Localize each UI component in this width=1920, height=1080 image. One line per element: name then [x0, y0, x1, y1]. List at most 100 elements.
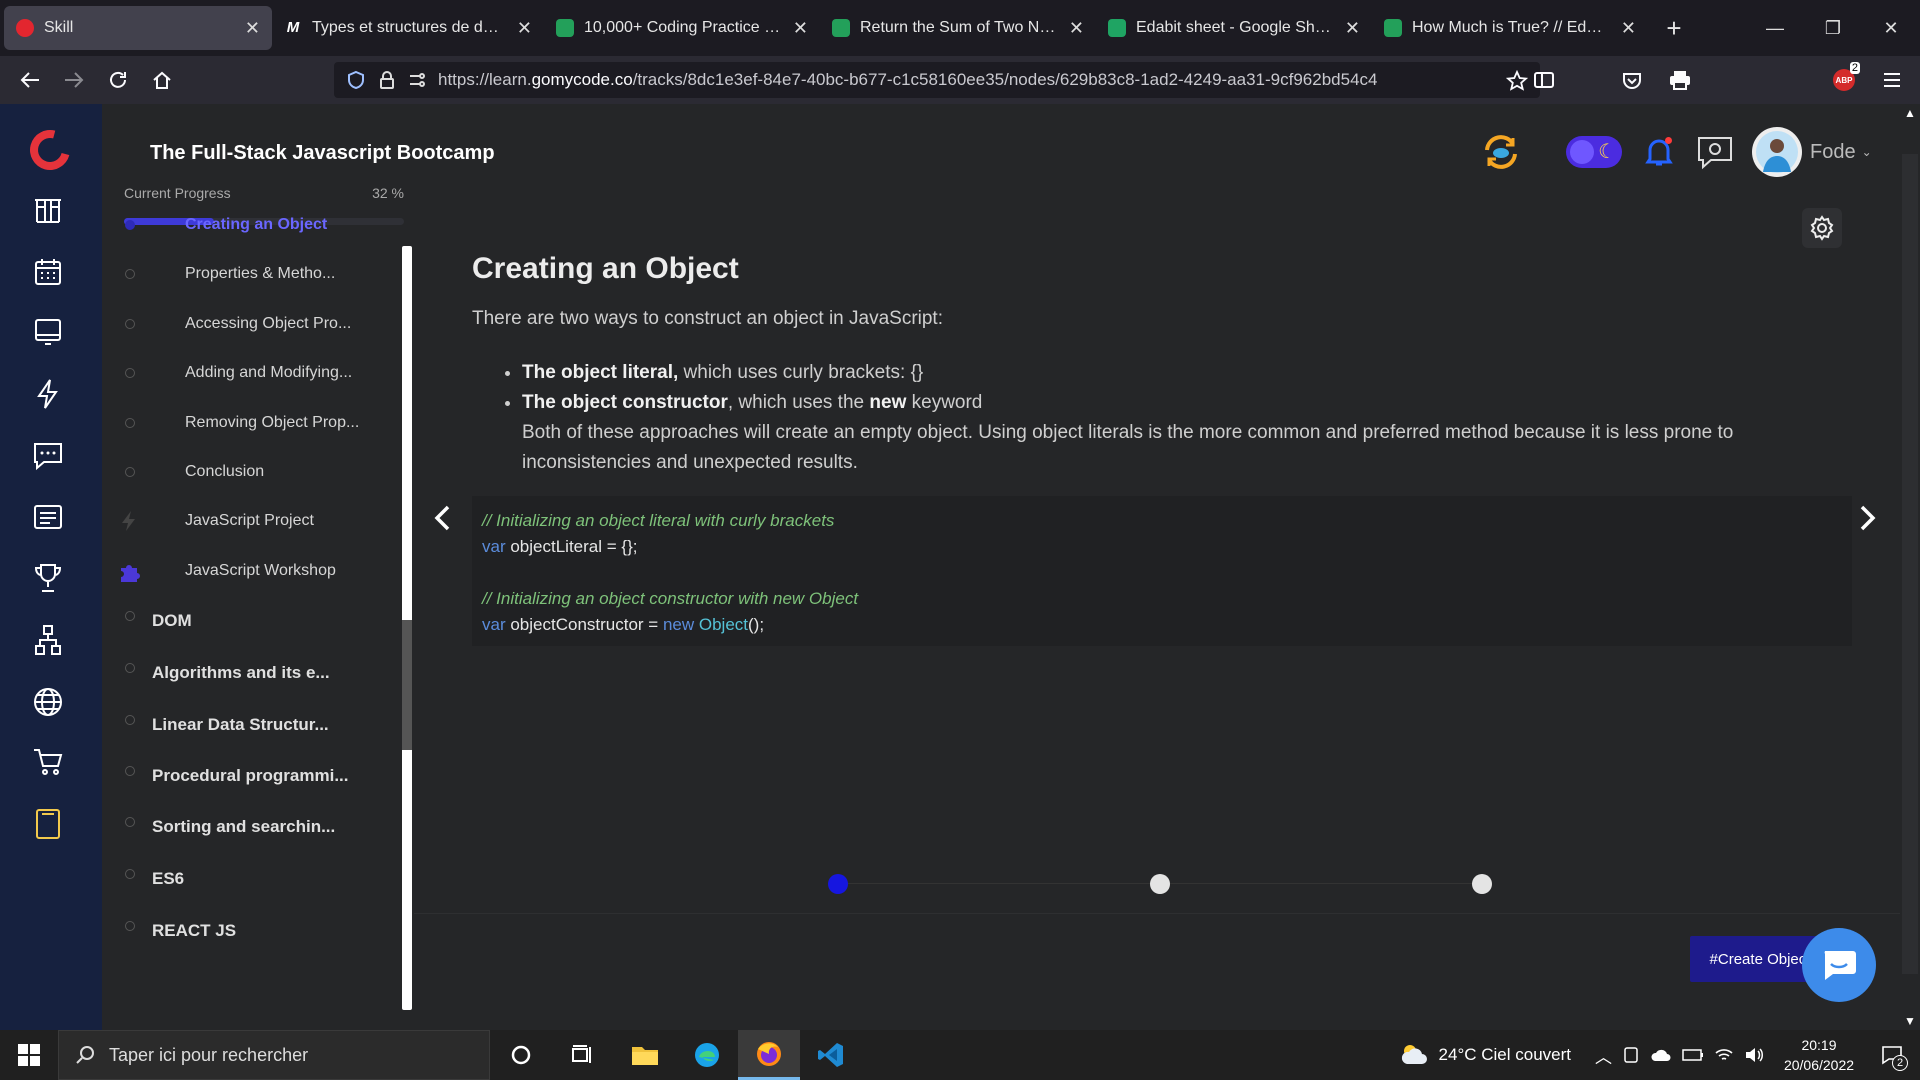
avatar[interactable] [1752, 127, 1802, 177]
notifications-button[interactable] [1636, 129, 1682, 175]
clock[interactable]: 20:19 20/06/2022 [1774, 1035, 1864, 1075]
lesson-accessing-properties[interactable]: Accessing Object Pro... [102, 309, 402, 339]
new-tab-button[interactable]: + [1654, 13, 1694, 44]
lesson-creating-object[interactable]: Creating an Object [102, 210, 402, 240]
user-name[interactable]: Fode [1810, 141, 1856, 164]
home-button[interactable] [140, 60, 184, 100]
close-icon[interactable]: ✕ [517, 18, 532, 39]
puzzle-icon [121, 565, 140, 582]
step-1-dot[interactable] [828, 874, 848, 894]
step-2-dot[interactable] [1150, 874, 1170, 894]
calendar-nav-button[interactable] [30, 254, 66, 290]
step-3-dot[interactable] [1472, 874, 1492, 894]
shield-icon[interactable] [346, 70, 366, 90]
tab-how-much-true[interactable]: How Much is True? // Edabit ✕ [1372, 6, 1648, 50]
tab-sum-two-numbers[interactable]: Return the Sum of Two Numbers ✕ [820, 6, 1096, 50]
challenges-nav-button[interactable] [30, 376, 66, 412]
lock-icon[interactable] [378, 70, 396, 90]
restore-button[interactable]: ❐ [1804, 0, 1862, 56]
app-menu-button[interactable] [1870, 60, 1914, 100]
section-dom[interactable]: DOM [102, 606, 402, 636]
reload-button[interactable] [96, 60, 140, 100]
tab-edabit-sheet[interactable]: Edabit sheet - Google Sheets ✕ [1096, 6, 1372, 50]
courses-nav-button[interactable] [30, 314, 66, 350]
lesson-properties-methods[interactable]: Properties & Metho... [102, 259, 402, 289]
lesson-javascript-project[interactable]: JavaScript Project [102, 506, 402, 536]
file-explorer-button[interactable] [614, 1030, 676, 1080]
section-sorting-searching[interactable]: Sorting and searchin... [102, 812, 402, 842]
reader-view-button[interactable] [1522, 60, 1566, 100]
close-icon[interactable]: ✕ [1621, 18, 1636, 39]
achievements-nav-button[interactable] [30, 560, 66, 596]
lesson-removing-properties[interactable]: Removing Object Prop... [102, 408, 402, 438]
wifi-icon[interactable] [1714, 1047, 1734, 1063]
dark-mode-toggle[interactable]: ☾ [1566, 136, 1622, 168]
gomycode-logo[interactable] [22, 122, 78, 178]
section-react-js[interactable]: REACT JS [102, 916, 402, 946]
previous-slide-button[interactable] [424, 500, 460, 536]
support-chat-button[interactable] [1692, 129, 1738, 175]
scroll-up-icon[interactable]: ▲ [1904, 106, 1916, 120]
close-icon[interactable]: ✕ [793, 18, 808, 39]
adblock-extension-button[interactable]: ABP 2 [1822, 60, 1866, 100]
header-actions: ☾ Fode ⌄ [1478, 124, 1872, 180]
section-label: Linear Data Structur... [152, 715, 329, 734]
cortana-button[interactable] [490, 1030, 552, 1080]
tab-skill[interactable]: Skill ✕ [4, 6, 272, 50]
lesson-status-dot [125, 220, 135, 230]
back-button[interactable] [8, 60, 52, 100]
address-bar[interactable]: https://learn.gomycode.co/tracks/8dc1e3e… [334, 62, 1540, 98]
section-linear-data-structures[interactable]: Linear Data Structur... [102, 710, 402, 740]
library-nav-button[interactable] [30, 192, 66, 228]
tab-types-structures[interactable]: M Types et structures de données ✕ [272, 6, 544, 50]
close-icon[interactable]: ✕ [245, 18, 260, 39]
permissions-icon[interactable] [408, 71, 426, 89]
community-nav-button[interactable] [30, 684, 66, 720]
onedrive-cloud-icon[interactable] [1650, 1047, 1672, 1063]
messages-nav-button[interactable] [30, 438, 66, 474]
edge-button[interactable] [676, 1030, 738, 1080]
start-button[interactable] [0, 1030, 58, 1080]
action-center-button[interactable]: 2 [1874, 1037, 1910, 1073]
minimize-button[interactable]: — [1746, 0, 1804, 56]
print-button[interactable] [1658, 60, 1702, 100]
vscode-button[interactable] [800, 1030, 862, 1080]
shop-nav-button[interactable] [30, 744, 66, 780]
section-algorithms[interactable]: Algorithms and its e... [102, 658, 402, 688]
close-icon[interactable]: ✕ [1069, 18, 1084, 39]
chevron-down-icon[interactable]: ⌄ [1862, 145, 1872, 159]
lesson-adding-modifying[interactable]: Adding and Modifying... [102, 358, 402, 388]
next-slide-button[interactable] [1850, 500, 1886, 536]
section-status-dot [125, 921, 135, 931]
window-close-button[interactable]: ✕ [1862, 0, 1920, 56]
sync-weather-button[interactable] [1478, 129, 1524, 175]
taskbar-search[interactable]: Taper ici pour rechercher [58, 1030, 490, 1080]
task-view-button[interactable] [552, 1030, 614, 1080]
close-icon[interactable]: ✕ [1345, 18, 1360, 39]
device-icon[interactable] [1622, 1046, 1640, 1064]
lesson-javascript-workshop[interactable]: JavaScript Workshop [102, 556, 402, 586]
volume-icon[interactable] [1744, 1046, 1764, 1064]
page-scroll-thumb[interactable] [1902, 154, 1918, 974]
notes-nav-button[interactable] [30, 499, 66, 535]
section-procedural-programming[interactable]: Procedural programmi... [102, 761, 402, 791]
page-scrollbar[interactable]: ▲ ▼ [1900, 104, 1920, 1030]
tab-coding-practice[interactable]: 10,000+ Coding Practice Challenges ✕ [544, 6, 820, 50]
lesson-status-dot [125, 418, 135, 428]
settings-button[interactable] [1802, 208, 1842, 248]
pocket-button[interactable] [1610, 60, 1654, 100]
chevron-up-icon[interactable]: ︿ [1595, 1043, 1612, 1068]
chat-widget-button[interactable] [1802, 928, 1876, 1002]
weather-text[interactable]: 24°C Ciel couvert [1439, 1045, 1571, 1065]
lesson-conclusion[interactable]: Conclusion [102, 457, 402, 487]
tree-nav-button[interactable] [30, 622, 66, 658]
sidebar-scroll-thumb[interactable] [402, 620, 412, 750]
weather-cloud-sun-icon[interactable] [1399, 1042, 1429, 1068]
notebook-nav-button[interactable] [30, 806, 66, 842]
scroll-down-icon[interactable]: ▼ [1904, 1014, 1916, 1028]
section-es6[interactable]: ES6 [102, 864, 402, 894]
firefox-button[interactable] [738, 1030, 800, 1080]
url-path: /tracks/8dc1e3ef-84e7-40bc-b677-c1c58160… [632, 70, 1378, 89]
battery-icon[interactable] [1682, 1048, 1704, 1062]
forward-button[interactable] [52, 60, 96, 100]
